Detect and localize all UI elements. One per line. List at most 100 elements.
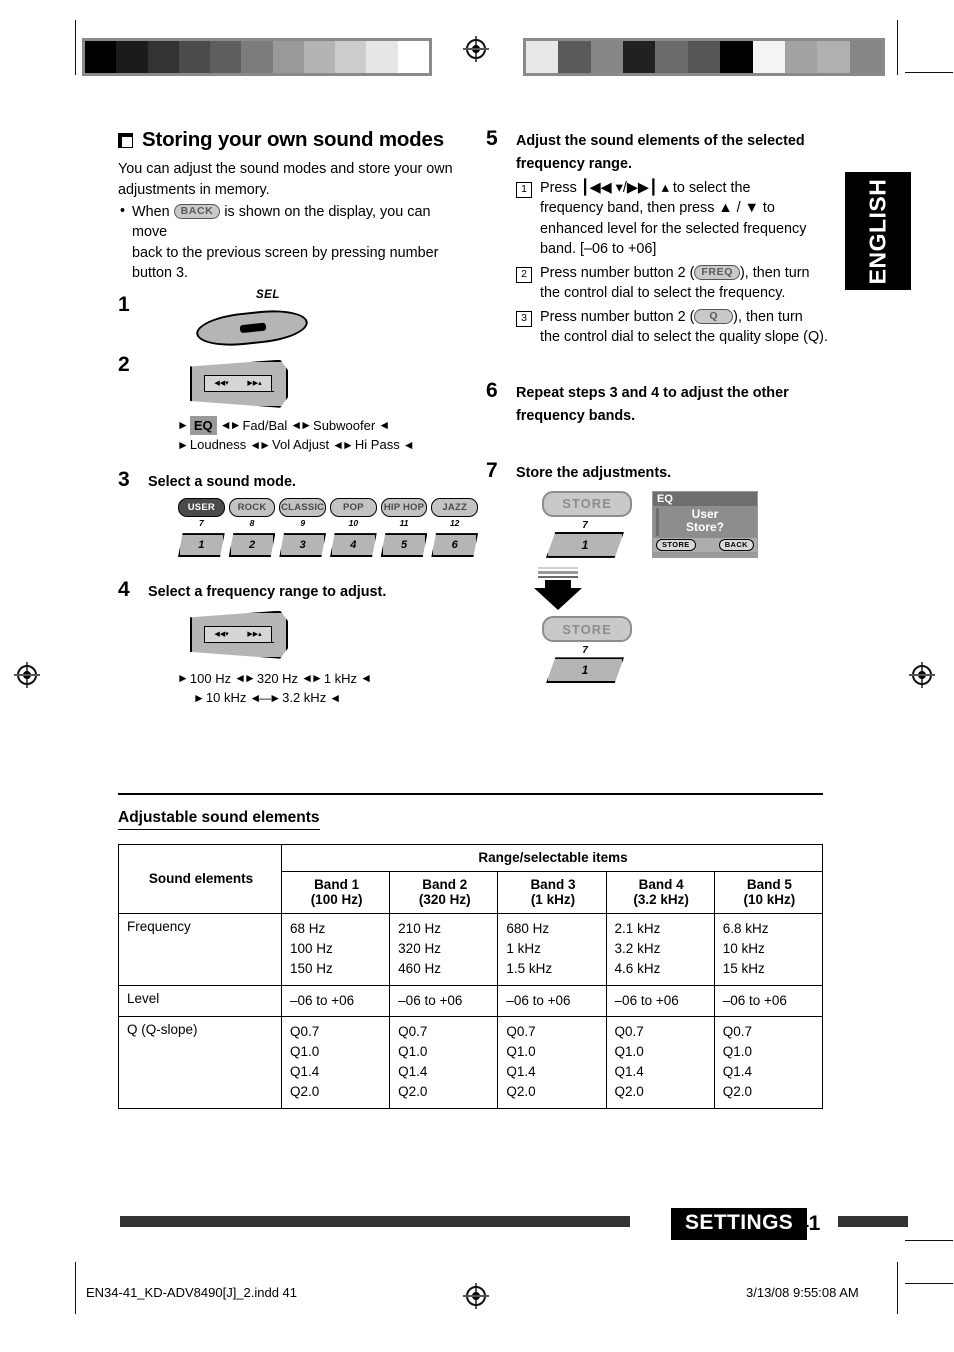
table-row: Q (Q-slope) Q0.7 Q1.0 Q1.4 Q2.0 Q0.7 Q1.0 Q1.4 Q… <box>118 1016 824 1110</box>
page-title: Storing your own sound modes <box>118 128 466 152</box>
table-header-band-2: Band 2 (320 Hz) <box>389 870 499 914</box>
store-button-column-1: STORE 7 1 <box>542 490 632 558</box>
registration-mark-top <box>463 36 489 62</box>
arrow-icon: ◄► <box>332 437 354 452</box>
arrow-icon: ◄► <box>249 437 271 452</box>
sound-mode-rock[interactable]: ROCK <box>228 498 276 518</box>
skip-back-icon: ◀◀▾ <box>214 379 229 387</box>
mode-number-11: 11 <box>399 518 409 529</box>
substep-2-line2: the control dial to select the frequency… <box>540 285 786 302</box>
substep-number: 3 <box>516 310 532 327</box>
step-7-number: 7 <box>486 459 498 483</box>
mode-number-10: 10 <box>348 518 359 529</box>
sound-mode-jazz[interactable]: JAZZ <box>431 498 479 518</box>
cell-value: 150 Hz <box>289 960 333 976</box>
footer-rule-left <box>120 1216 630 1227</box>
freq-cycle-row-bottom: ► 10 kHz ◄—► 3.2 kHz ◄ <box>174 688 466 708</box>
cell-value: 460 Hz <box>398 960 441 976</box>
substep-3-line2: the control dial to select the quality s… <box>540 329 828 346</box>
table-cell-r1-c3: –06 to +06 <box>605 984 715 1018</box>
sound-mode-hiphop[interactable]: HIP HOP <box>380 498 428 518</box>
sound-mode-user[interactable]: USER <box>178 498 225 518</box>
band-2-name: Band 2 <box>422 876 468 892</box>
store-button-1[interactable]: STORE <box>542 490 632 517</box>
calibration-swatch-7 <box>752 41 785 73</box>
table-header-band-3: Band 3 (1 kHz) <box>497 870 607 914</box>
cycle-item-eq: EQ <box>189 415 217 436</box>
band-4-freq: (3.2 kHz) <box>633 891 689 907</box>
freq-100hz: 100 Hz <box>189 670 232 686</box>
back-chip: BACK <box>173 204 221 220</box>
mode-number-8: 8 <box>249 518 255 529</box>
footer-section-tag: SETTINGS <box>671 1208 808 1240</box>
arrow-icon: ◄► <box>234 671 256 686</box>
number-key-1-second[interactable]: 1 <box>546 657 624 684</box>
right-column: 5 Adjust the sound elements of the selec… <box>486 127 831 684</box>
step-6-number: 6 <box>486 378 498 402</box>
sel-button-illustration: SEL <box>194 289 316 350</box>
substep-1-line1a: Press <box>540 179 577 196</box>
cell-value: 100 Hz <box>289 940 333 956</box>
sound-elements-table: Sound elements Range/selectable items Ba… <box>118 843 824 1110</box>
calibration-swatch-7 <box>303 41 336 73</box>
calibration-swatch-6 <box>272 41 304 73</box>
number-key-1-first[interactable]: 1 <box>546 531 624 558</box>
cell-value: Q0.7 <box>614 1024 644 1040</box>
cell-value: Q0.7 <box>722 1024 753 1040</box>
calibration-swatch-1 <box>116 41 148 73</box>
manual-page: ENGLISH Storing your own sound modes You… <box>0 0 954 1352</box>
table-header-band-5: Band 5 (10 kHz) <box>713 870 824 914</box>
number-key-6[interactable]: 6 <box>431 533 479 558</box>
number-key-2[interactable]: 2 <box>228 533 276 558</box>
cell-value: –06 to +06 <box>614 992 679 1008</box>
table-cell-label: Level <box>118 984 282 1018</box>
table-cell-r1-c0: –06 to +06 <box>280 984 391 1018</box>
store-button-2[interactable]: STORE <box>542 616 632 643</box>
freq-32khz: 3.2 kHz <box>282 690 327 706</box>
footer-rule-right <box>838 1216 908 1227</box>
table-header-band-1: Band 1 (100 Hz) <box>280 870 391 914</box>
dialpad-divider <box>204 641 274 644</box>
arrow-icon: ► <box>177 418 189 433</box>
number-key-3[interactable]: 3 <box>279 533 327 558</box>
number-key-5[interactable]: 5 <box>380 533 428 558</box>
registration-mark-left <box>14 662 40 688</box>
skip-back-icon: ┃◀◀ ▾ <box>580 179 623 196</box>
step-5-substep-1: 1 Press ┃◀◀ ▾/▶▶┃ ▴ to select the freque… <box>516 178 831 260</box>
adjustable-sound-elements-section: Adjustable sound elements Sound elements… <box>118 793 824 1110</box>
arrow-trail-line-2 <box>538 571 578 574</box>
step-7-text: Store the adjustments. <box>516 465 672 482</box>
cell-value: 320 Hz <box>398 940 441 956</box>
lcd-softkey-store[interactable]: STORE <box>656 538 696 551</box>
step-4-text: Select a frequency range to adjust. <box>148 584 387 601</box>
number-key-4[interactable]: 4 <box>330 533 377 558</box>
cell-value: 10 kHz <box>722 940 765 956</box>
sound-mode-pop[interactable]: POP <box>330 498 377 518</box>
step-4-number: 4 <box>118 578 130 602</box>
up-arrow-icon: ▲ <box>718 200 733 217</box>
sound-mode-classic[interactable]: CLASSIC <box>279 498 327 518</box>
lcd-title: EQ <box>653 491 757 506</box>
freq-1khz: 1 kHz <box>323 670 358 686</box>
footer-date-info: 3/13/08 9:55:08 AM <box>746 1285 859 1300</box>
arrow-head <box>534 588 582 611</box>
arrow-icon: ◄ <box>402 437 415 452</box>
step-2-cycle-diagram: ► EQ ◄► Fad/Bal ◄► Subwoofer ◄ ► Loudnes… <box>174 415 466 455</box>
step-4-body: Select a frequency range to adjust. ◀◀▾ … <box>148 579 466 707</box>
cell-value: Q1.4 <box>398 1064 428 1080</box>
cell-value: Q1.4 <box>289 1064 320 1080</box>
footer-page-number: 41 <box>797 1212 821 1235</box>
table-cell-label: Q (Q-slope) <box>118 1016 282 1110</box>
lcd-line-2: Store? <box>685 520 724 535</box>
number-key-1[interactable]: 1 <box>178 533 225 558</box>
band-3-freq: (1 kHz) <box>530 891 576 907</box>
calibration-swatch-4 <box>655 41 688 73</box>
cell-value: Q2.0 <box>398 1084 428 1100</box>
step-4-cycle-diagram: ► 100 Hz ◄► 320 Hz ◄► 1 kHz ◄ ► 10 kHz ◄… <box>174 669 466 708</box>
lcd-softkey-back[interactable]: BACK <box>718 538 754 551</box>
substep-3-line1a: Press number button 2 ( <box>540 308 695 325</box>
note-suffix-2: back to the previous screen by pressing … <box>132 244 439 261</box>
step-1-number: 1 <box>118 292 130 316</box>
step-7-body: Store the adjustments. STORE 7 1 EQ User… <box>516 460 831 684</box>
substep-number: 1 <box>516 181 532 198</box>
